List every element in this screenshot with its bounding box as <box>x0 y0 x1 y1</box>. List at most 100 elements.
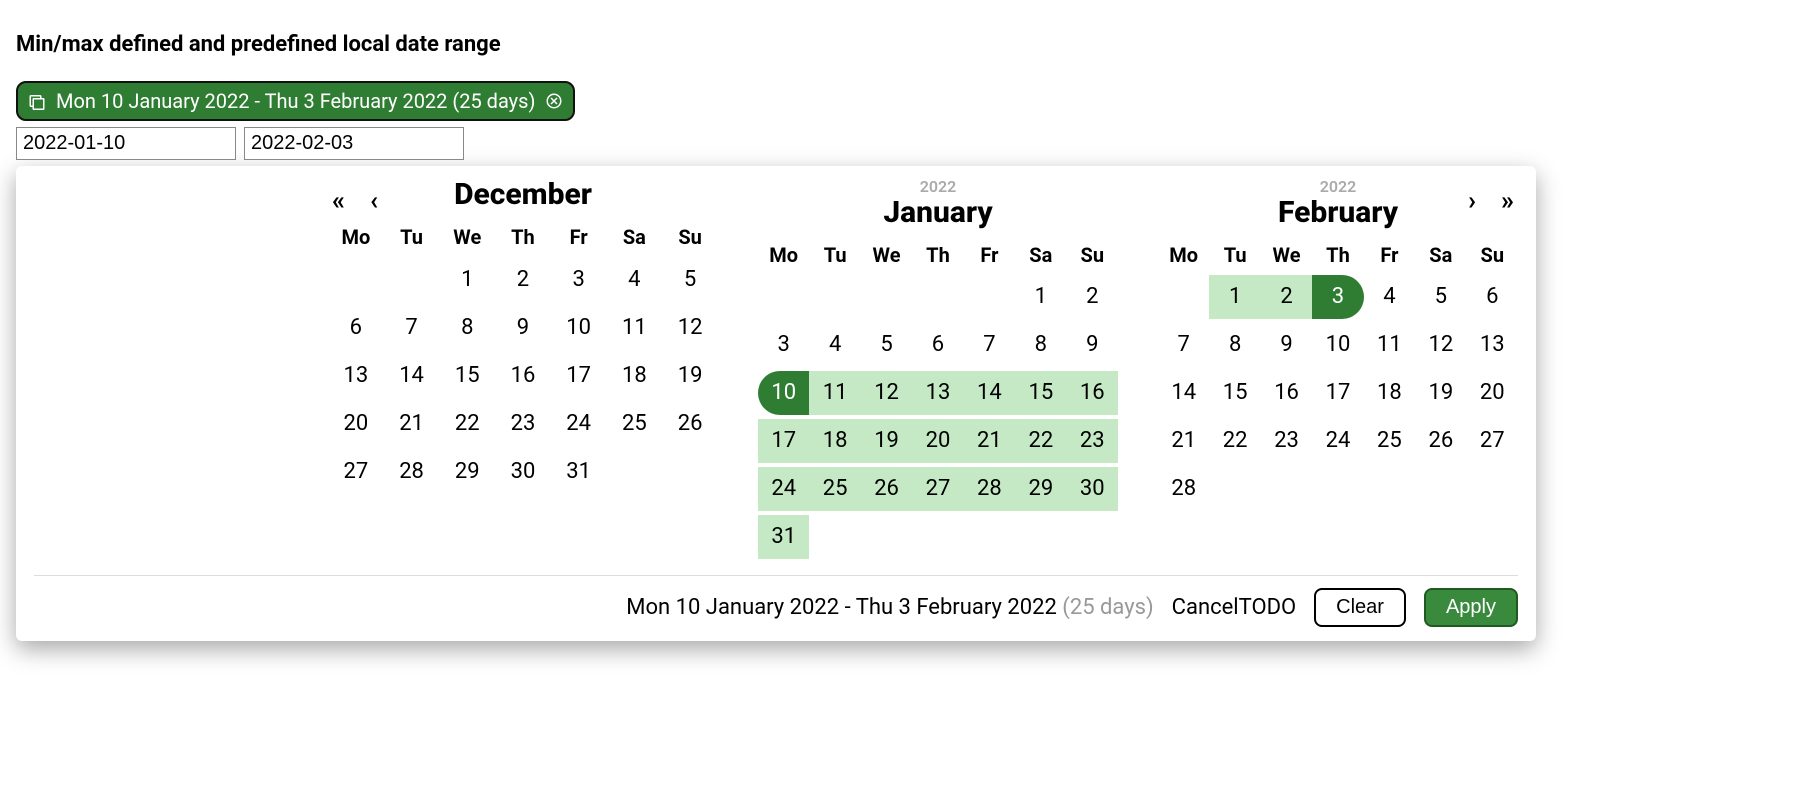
day-cell[interactable]: 3 <box>1312 275 1363 319</box>
day-cell[interactable]: 12 <box>1415 323 1466 367</box>
day-cell[interactable]: 21 <box>1158 419 1209 463</box>
day-cell[interactable]: 22 <box>439 401 495 445</box>
day-cell[interactable]: 11 <box>809 371 860 415</box>
day-cell[interactable]: 14 <box>964 371 1015 415</box>
day-cell[interactable]: 31 <box>758 515 809 559</box>
day-cell[interactable]: 19 <box>861 419 912 463</box>
day-cell[interactable]: 8 <box>439 305 495 349</box>
next-year-button[interactable]: » <box>1501 186 1514 216</box>
day-cell[interactable]: 11 <box>607 305 663 349</box>
day-cell[interactable]: 9 <box>495 305 551 349</box>
day-cell[interactable]: 22 <box>1209 419 1260 463</box>
day-cell[interactable]: 7 <box>1158 323 1209 367</box>
day-cell[interactable]: 15 <box>439 353 495 397</box>
day-cell[interactable]: 17 <box>758 419 809 463</box>
day-cell[interactable]: 24 <box>1312 419 1363 463</box>
day-cell[interactable]: 26 <box>861 467 912 511</box>
day-cell[interactable]: 29 <box>439 449 495 493</box>
day-cell[interactable]: 28 <box>1158 467 1209 511</box>
day-cell[interactable]: 13 <box>328 353 384 397</box>
day-cell[interactable]: 21 <box>964 419 1015 463</box>
prev-month-button[interactable]: ‹ <box>370 186 378 216</box>
day-cell[interactable]: 10 <box>551 305 607 349</box>
day-cell[interactable]: 16 <box>495 353 551 397</box>
end-date-input[interactable] <box>244 127 464 160</box>
day-cell[interactable]: 17 <box>551 353 607 397</box>
day-cell[interactable]: 5 <box>662 257 718 301</box>
day-cell[interactable]: 13 <box>912 371 963 415</box>
day-cell[interactable]: 30 <box>495 449 551 493</box>
day-cell[interactable]: 4 <box>809 323 860 367</box>
day-cell[interactable]: 16 <box>1067 371 1118 415</box>
day-cell[interactable]: 20 <box>912 419 963 463</box>
day-cell[interactable]: 14 <box>1158 371 1209 415</box>
day-cell[interactable]: 5 <box>861 323 912 367</box>
day-cell[interactable]: 22 <box>1015 419 1066 463</box>
day-cell[interactable]: 10 <box>1312 323 1363 367</box>
day-cell[interactable]: 6 <box>328 305 384 349</box>
day-cell[interactable]: 28 <box>384 449 440 493</box>
day-cell[interactable]: 23 <box>495 401 551 445</box>
prev-year-button[interactable]: « <box>332 186 345 216</box>
day-cell[interactable]: 25 <box>809 467 860 511</box>
day-cell[interactable]: 8 <box>1015 323 1066 367</box>
apply-button[interactable]: Apply <box>1424 588 1518 627</box>
day-cell[interactable]: 9 <box>1067 323 1118 367</box>
day-cell[interactable]: 20 <box>328 401 384 445</box>
day-cell[interactable]: 12 <box>662 305 718 349</box>
day-cell[interactable]: 15 <box>1209 371 1260 415</box>
day-cell[interactable]: 7 <box>964 323 1015 367</box>
day-cell[interactable]: 2 <box>1261 275 1312 319</box>
day-cell[interactable]: 29 <box>1015 467 1066 511</box>
cancel-button[interactable]: CancelTODO <box>1172 595 1297 620</box>
day-cell[interactable]: 11 <box>1364 323 1415 367</box>
day-cell[interactable]: 7 <box>384 305 440 349</box>
day-cell[interactable]: 17 <box>1312 371 1363 415</box>
day-cell[interactable]: 16 <box>1261 371 1312 415</box>
day-cell[interactable]: 2 <box>1067 275 1118 319</box>
day-cell[interactable]: 21 <box>384 401 440 445</box>
day-cell[interactable]: 4 <box>607 257 663 301</box>
day-cell[interactable]: 1 <box>1209 275 1260 319</box>
day-cell[interactable]: 24 <box>758 467 809 511</box>
day-cell[interactable]: 23 <box>1261 419 1312 463</box>
day-cell[interactable]: 31 <box>551 449 607 493</box>
day-cell[interactable]: 18 <box>1364 371 1415 415</box>
day-cell[interactable]: 25 <box>1364 419 1415 463</box>
date-range-chip[interactable]: Mon 10 January 2022 - Thu 3 February 202… <box>16 81 575 121</box>
day-cell[interactable]: 4 <box>1364 275 1415 319</box>
day-cell[interactable]: 14 <box>384 353 440 397</box>
day-cell[interactable]: 30 <box>1067 467 1118 511</box>
next-month-button[interactable]: › <box>1468 186 1476 216</box>
day-cell[interactable]: 27 <box>912 467 963 511</box>
day-cell[interactable]: 6 <box>912 323 963 367</box>
day-cell[interactable]: 23 <box>1067 419 1118 463</box>
day-cell[interactable]: 15 <box>1015 371 1066 415</box>
day-cell[interactable]: 1 <box>1015 275 1066 319</box>
day-cell[interactable]: 20 <box>1467 371 1518 415</box>
day-cell[interactable]: 13 <box>1467 323 1518 367</box>
start-date-input[interactable] <box>16 127 236 160</box>
day-cell[interactable]: 25 <box>607 401 663 445</box>
day-cell[interactable]: 10 <box>758 371 809 415</box>
day-cell[interactable]: 27 <box>1467 419 1518 463</box>
day-cell[interactable]: 18 <box>809 419 860 463</box>
day-cell[interactable]: 26 <box>1415 419 1466 463</box>
day-cell[interactable]: 1 <box>439 257 495 301</box>
day-cell[interactable]: 3 <box>551 257 607 301</box>
day-cell[interactable]: 3 <box>758 323 809 367</box>
clear-icon[interactable] <box>545 92 563 110</box>
day-cell[interactable]: 5 <box>1415 275 1466 319</box>
day-cell[interactable]: 18 <box>607 353 663 397</box>
day-cell[interactable]: 19 <box>1415 371 1466 415</box>
day-cell[interactable]: 9 <box>1261 323 1312 367</box>
day-cell[interactable]: 28 <box>964 467 1015 511</box>
day-cell[interactable]: 6 <box>1467 275 1518 319</box>
day-cell[interactable]: 24 <box>551 401 607 445</box>
clear-button[interactable]: Clear <box>1314 588 1406 627</box>
day-cell[interactable]: 26 <box>662 401 718 445</box>
day-cell[interactable]: 2 <box>495 257 551 301</box>
day-cell[interactable]: 19 <box>662 353 718 397</box>
day-cell[interactable]: 8 <box>1209 323 1260 367</box>
day-cell[interactable]: 27 <box>328 449 384 493</box>
